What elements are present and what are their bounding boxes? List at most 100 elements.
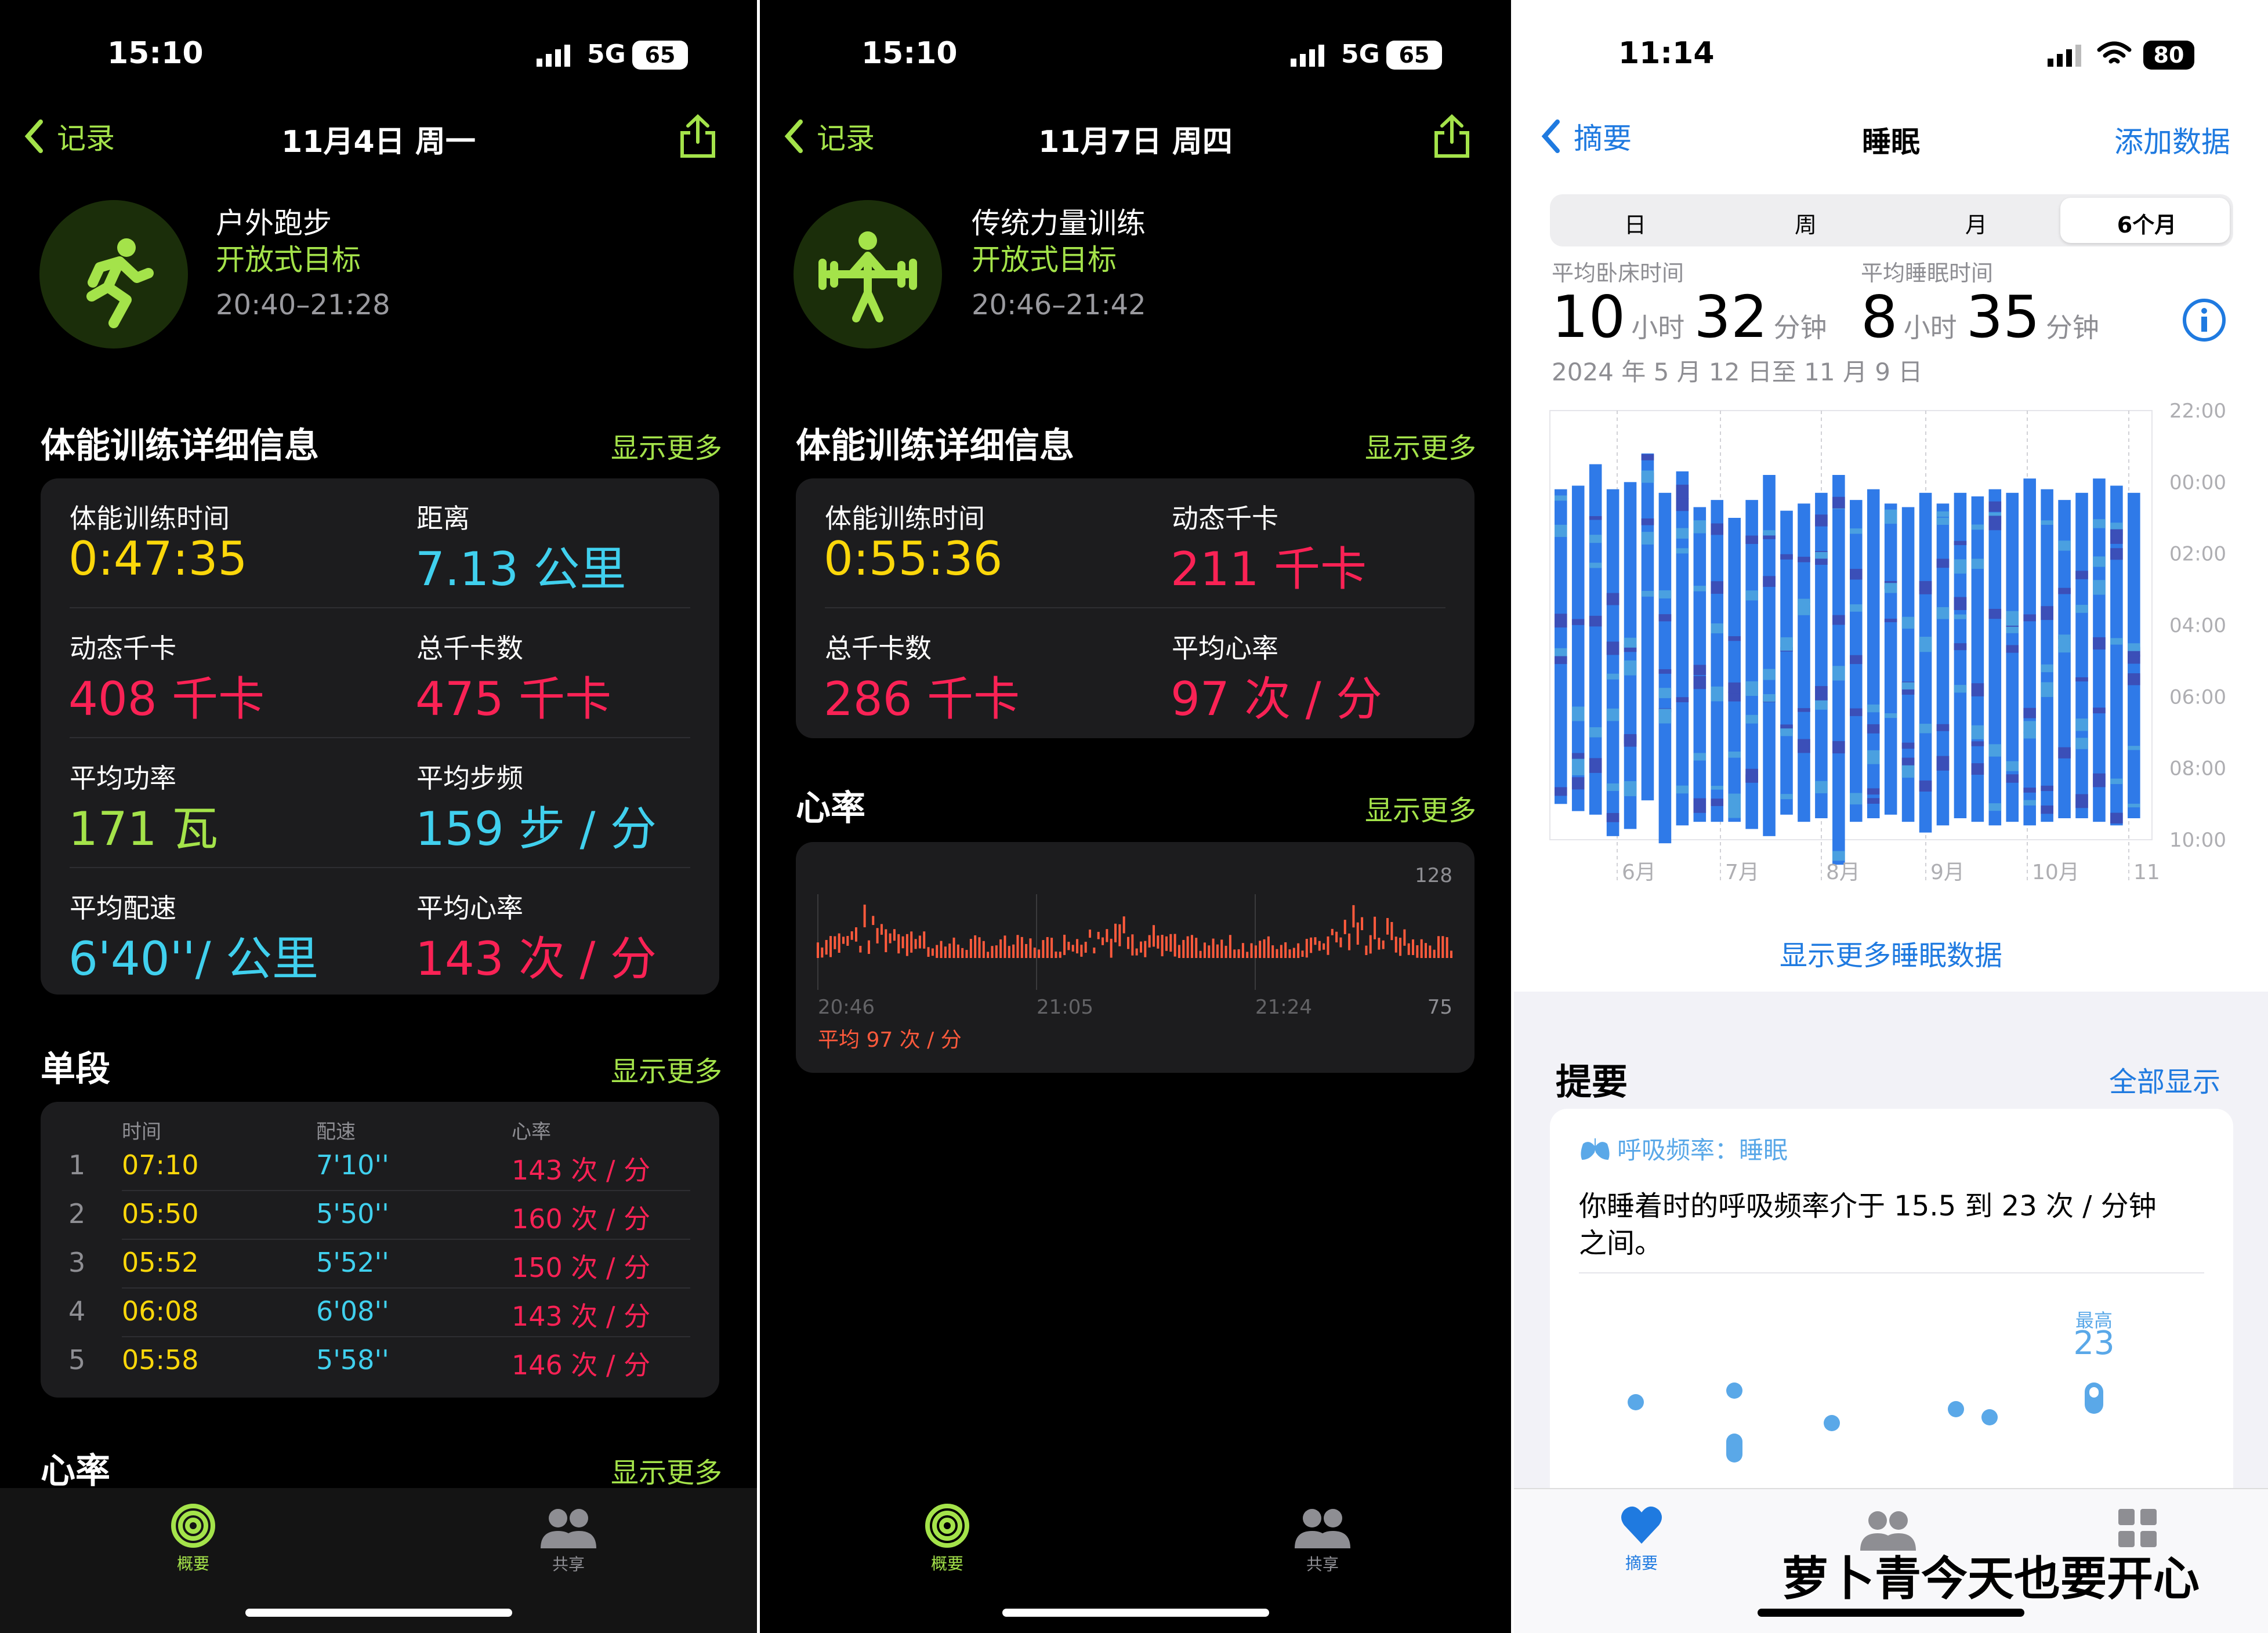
sleep-bar[interactable] — [1658, 492, 1672, 844]
details-more-link[interactable]: 显示更多 — [1365, 425, 1476, 466]
home-indicator — [1758, 1609, 2024, 1617]
sleep-bar[interactable] — [1832, 475, 1845, 865]
tab-summary[interactable]: 概要 — [150, 1503, 237, 1574]
status-time: 11:14 — [1618, 36, 1715, 71]
sleep-bar[interactable] — [2058, 500, 2071, 818]
sleep-bar[interactable] — [1884, 503, 1897, 815]
sleep-bar[interactable] — [1711, 500, 1724, 822]
sleep-bar[interactable] — [1780, 510, 1793, 815]
metric-label: 平均功率 — [70, 763, 176, 794]
table-row: 1 07:10 7'10'' 143 次 / 分 — [41, 1142, 719, 1191]
sleep-bar[interactable] — [1936, 503, 1950, 826]
tab-summary[interactable]: 概要 — [904, 1503, 991, 1574]
tab-label: 概要 — [930, 1554, 963, 1573]
sleep-bar[interactable] — [1676, 471, 1689, 826]
tab-bar: 概要 共享 — [760, 1488, 1511, 1633]
add-data-button[interactable]: 添加数据 — [2114, 119, 2230, 161]
sleep-bar[interactable] — [2128, 492, 2140, 818]
max-point-highlight — [2089, 1387, 2099, 1398]
sleep-bar[interactable] — [1954, 492, 1967, 818]
info-icon[interactable] — [2181, 297, 2227, 346]
segment-6months[interactable]: 6个月 — [2062, 207, 2232, 239]
metric-value: 0:47:35 — [68, 532, 248, 586]
x-tick-label: 10月 — [2032, 861, 2079, 884]
panel-running: 15:10 5G 65 记录 11月4日 周一 户外跑步 开放式目标 20:40… — [0, 0, 757, 1633]
sleep-bar[interactable] — [1850, 500, 1863, 822]
sleep-bar[interactable] — [2041, 489, 2053, 822]
metric-value: 211 千卡 — [1171, 542, 1367, 596]
data-point — [1726, 1382, 1742, 1399]
sleep-bar[interactable] — [2075, 492, 2088, 818]
segment-week[interactable]: 周 — [1720, 207, 1891, 239]
sleep-bar[interactable] — [1728, 518, 1741, 822]
y-tick-label: 06:00 — [2169, 685, 2226, 709]
share-icon[interactable] — [679, 113, 717, 162]
sleep-bar[interactable] — [1641, 453, 1654, 801]
sleep-bar[interactable] — [1589, 464, 1602, 815]
tab-share[interactable]: 共享 — [1279, 1505, 1366, 1575]
people-icon — [541, 1509, 596, 1548]
hr-average: 平均 97 次 / 分 — [818, 1028, 962, 1052]
show-more-sleep-link[interactable]: 显示更多睡眠数据 — [1514, 932, 2268, 973]
metric-label: 距离 — [416, 503, 470, 534]
segment-day[interactable]: 日 — [1550, 207, 1720, 239]
table-row: 3 05:52 5'52'' 150 次 / 分 — [41, 1240, 719, 1289]
splits-header: 时间 — [122, 1120, 161, 1144]
sleep-bar[interactable] — [1693, 507, 1707, 822]
sleep-bar[interactable] — [1798, 503, 1810, 822]
metric-value: 97 次 / 分 — [1171, 672, 1383, 726]
splits-more-link[interactable]: 显示更多 — [611, 1048, 722, 1089]
sleep-bar[interactable] — [1745, 500, 1758, 829]
split-time: 05:50 — [122, 1198, 199, 1229]
share-icon[interactable] — [1433, 113, 1471, 162]
sleep-bar[interactable] — [2023, 478, 2036, 826]
highlight-card[interactable]: 呼吸频率：睡眠 你睡着时的呼吸频率介于 15.5 到 23 次 / 分钟 之间。… — [1550, 1109, 2233, 1515]
asleep-minutes: 35 — [1966, 283, 2040, 351]
split-n: 1 — [68, 1149, 86, 1181]
details-more-link[interactable]: 显示更多 — [611, 425, 722, 466]
split-hr: 146 次 / 分 — [512, 1349, 651, 1381]
sleep-bar[interactable] — [1971, 496, 1984, 822]
show-all-link[interactable]: 全部显示 — [2109, 1059, 2220, 1099]
home-indicator — [245, 1609, 512, 1617]
sleep-bar[interactable] — [1624, 482, 1637, 829]
battery-icon: 65 — [632, 41, 688, 70]
sleep-bar[interactable] — [1763, 475, 1776, 836]
sleep-bar[interactable] — [1988, 489, 2002, 826]
metric-label: 动态千卡 — [1172, 503, 1278, 534]
sleep-bar[interactable] — [1901, 507, 1915, 822]
split-n: 5 — [68, 1344, 86, 1376]
metric-value: 171 瓦 — [68, 802, 219, 856]
people-icon — [1295, 1509, 1350, 1548]
sleep-bar[interactable] — [2006, 492, 2019, 822]
data-point — [1726, 1434, 1742, 1463]
sleep-bar[interactable] — [1555, 489, 1567, 804]
split-pace: 6'08'' — [316, 1295, 389, 1327]
tab-summary[interactable]: 摘要 — [1601, 1502, 1682, 1574]
sleep-bar[interactable] — [1919, 492, 1932, 833]
segment-month[interactable]: 月 — [1891, 207, 2062, 239]
network-label: 5G — [587, 39, 626, 69]
tab-share[interactable]: 共享 — [525, 1505, 612, 1575]
x-tick-label: 9月 — [1930, 861, 1965, 884]
metric-value: 159 步 / 分 — [415, 802, 657, 856]
tab-label: 摘要 — [1625, 1554, 1658, 1573]
sleep-bar[interactable] — [2093, 478, 2106, 822]
sleep-bar[interactable] — [1606, 489, 1620, 836]
sleep-bar[interactable] — [1571, 485, 1585, 811]
sleep-bar[interactable] — [1867, 489, 1880, 818]
asleep-value: 8 小时 35 分钟 — [1861, 283, 2099, 351]
hr-more-link[interactable]: 显示更多 — [1365, 788, 1476, 828]
hr-more-link[interactable]: 显示更多 — [611, 1450, 722, 1490]
metric-label: 体能训练时间 — [70, 503, 230, 534]
sleep-bar[interactable] — [2110, 485, 2123, 826]
workout-goal: 开放式目标 — [216, 243, 361, 277]
workout-goal: 开放式目标 — [972, 243, 1117, 277]
y-tick-label: 08:00 — [2169, 757, 2226, 781]
network-label: 5G — [1341, 39, 1380, 69]
sleep-bar[interactable] — [1815, 492, 1828, 818]
split-hr: 143 次 / 分 — [512, 1155, 651, 1186]
split-time: 05:58 — [122, 1344, 199, 1376]
signal-icon — [2048, 43, 2085, 69]
divider — [70, 867, 690, 868]
